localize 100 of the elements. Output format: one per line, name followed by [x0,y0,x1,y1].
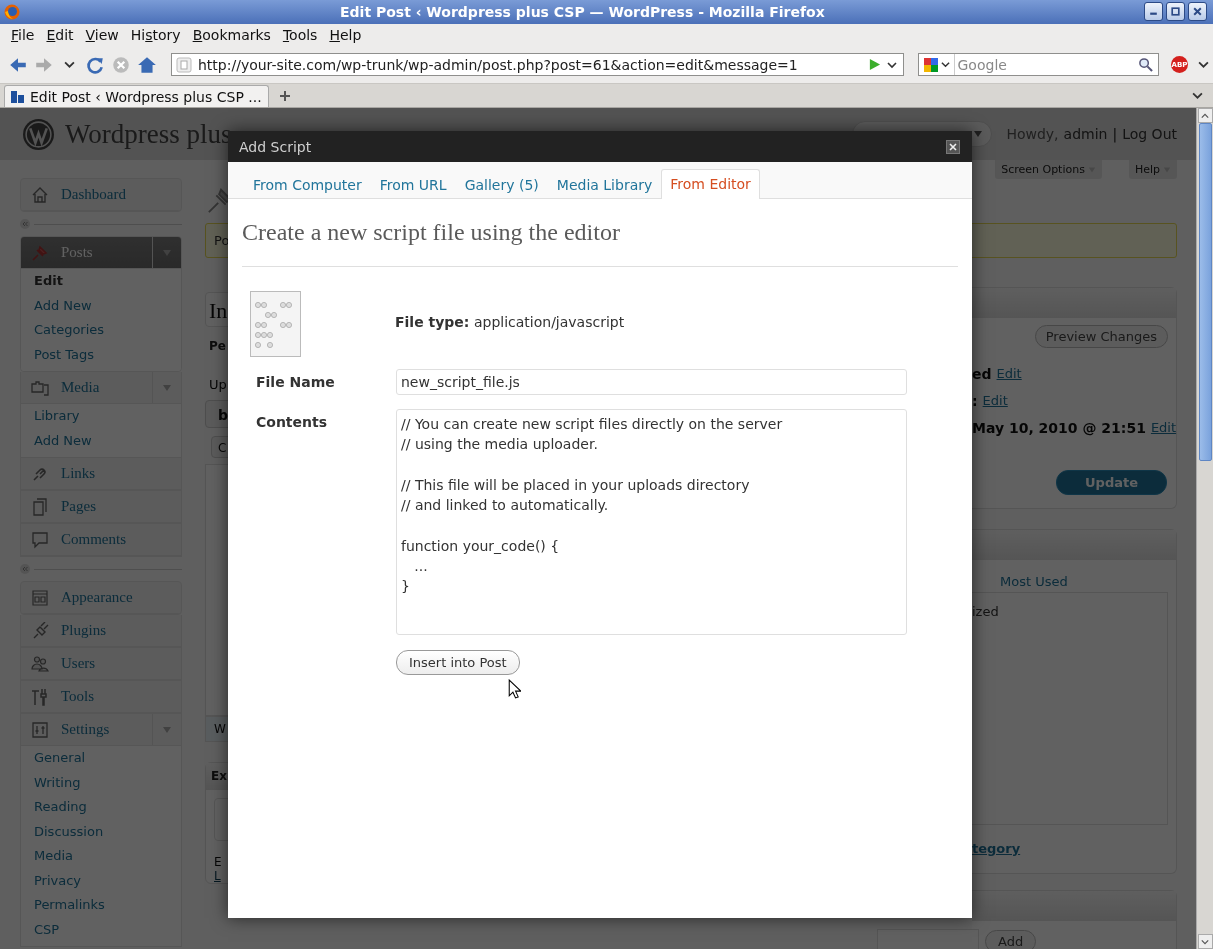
dialog-tab[interactable]: From URL [370,170,456,199]
field-label: File Name [255,373,336,390]
edit-link[interactable]: Edit [1150,420,1177,435]
file-name-field[interactable]: new_script_file.js [396,369,907,395]
status-label: May 10, 2010 @ 21:51 [972,419,1146,436]
dialog-tab[interactable]: From Computer [244,170,371,199]
tools-icon [31,687,49,706]
address-field[interactable]: http://your-site.com/wp-trunk/wp-admin/post.php?post=61&action=edit&message=1 [171,53,904,77]
menu-item[interactable]: History [124,27,187,44]
caret-down-icon [162,382,172,393]
menu-header[interactable]: Dashboard [21,179,181,211]
submenu-item[interactable]: Add New [21,293,181,318]
submenu-item[interactable]: Permalinks [21,893,181,918]
menu-item[interactable]: View [79,27,125,44]
close-button[interactable] [1188,2,1207,22]
update-button[interactable]: Update [1056,470,1167,495]
chevron-down-icon [940,60,950,70]
site-favicon-icon [11,89,25,104]
chevron-down-icon[interactable] [1198,59,1209,71]
submenu-item[interactable]: Library [21,404,181,429]
menu-item[interactable]: Help [323,27,368,44]
menu-header[interactable]: Links [21,458,181,490]
search-icon[interactable] [1138,57,1154,73]
submenu-item[interactable]: Privacy [21,868,181,893]
status-text: W [214,722,226,736]
file-type-text: File type: application/javascript [395,314,625,330]
sliders-icon [31,720,49,739]
excerpt-text: E [214,855,223,869]
edit-link[interactable]: Edit [996,366,1022,381]
dropdown-icon[interactable] [886,59,897,70]
browser-tab[interactable]: Edit Post ‹ Wordpress plus CSP ... [4,85,269,107]
submenu-item[interactable]: Add New [21,428,181,453]
contents-field[interactable]: // You can create new script files directly on the server // using the media uploader. // This file will be placed in your uploads directory // and linked to automatically. function your_code() { ... } [396,409,907,635]
add-button[interactable]: Add [985,929,1037,949]
user-link[interactable]: admin [1063,126,1108,142]
menu-item[interactable]: Bookmarks [186,27,277,44]
close-icon [1192,6,1203,18]
submenu-item[interactable]: Reading [21,795,181,820]
scroll-up-button[interactable] [1197,108,1213,123]
go-icon[interactable] [867,58,881,72]
insert-into-post-button[interactable]: Insert into Post [396,650,520,675]
caret-down-icon [162,724,172,735]
caret-down-icon [973,129,984,139]
submenu-item[interactable]: Media [21,844,181,869]
scroll-down-button[interactable] [1197,934,1213,949]
submenu-item[interactable]: General [21,746,181,771]
new-tab-icon[interactable] [278,90,291,102]
dialog-tab[interactable]: Media Library [547,170,662,199]
submenu-item[interactable]: CSP [21,917,181,942]
submenu-item[interactable]: Edit [21,269,181,294]
pushpin-icon [31,243,49,262]
submenu-item[interactable]: Discussion [21,819,181,844]
maximize-icon [1170,6,1181,18]
house-icon [31,185,49,204]
submenu-item[interactable]: Writing [21,770,181,795]
logo-icon [22,117,55,151]
screen-meta-tab[interactable]: Help [1128,160,1177,179]
history-dropdown-icon[interactable] [64,59,75,71]
dialog-tab[interactable]: Gallery (5) [455,170,548,199]
menu-header[interactable]: Appearance [21,582,181,614]
chevron-up-icon [1201,111,1209,120]
chevron-down-icon [1201,937,1209,946]
users-icon [31,654,49,673]
submenu-item[interactable]: Categories [21,318,181,343]
menu-item[interactable]: Edit [40,27,80,44]
logout-link[interactable]: Log Out [1122,126,1177,142]
menu-item[interactable]: Tools [276,27,324,44]
menu-header[interactable]: Users [21,648,181,680]
tab-list-icon[interactable] [1192,90,1203,101]
minimize-button[interactable] [1144,2,1163,22]
status-label: : [972,392,978,409]
colored-squares-icon [922,56,939,73]
field-label: Contents [255,413,329,430]
category-tab[interactable]: Most Used [988,571,1080,592]
scroll-thumb[interactable] [1198,123,1212,461]
scrollbar[interactable] [1196,108,1213,949]
screen-meta-tab[interactable]: Screen Options [995,160,1102,179]
window-title: Edit Post ‹ Wordpress plus CSP — WordPress - Mozilla Firefox [340,3,825,20]
preview-changes-button[interactable]: Preview Changes [1034,325,1168,348]
box-heading: Ex [211,769,227,784]
menu-item[interactable]: File [5,27,41,44]
menu-header[interactable]: Pages [21,491,181,523]
menu-header[interactable]: Plugins [21,615,181,647]
close-icon[interactable] [946,139,960,154]
page-icon [176,56,192,73]
browser-logo-icon [4,3,20,20]
dialog-tab[interactable]: From Editor [661,169,760,199]
dialog-title: Add Script [239,138,312,155]
separator-text: | [1112,126,1118,142]
pages-icon [31,497,49,516]
permalink-label: Pe [209,339,226,353]
maximize-button[interactable] [1166,2,1185,22]
add-category-link[interactable]: tegory [972,841,1021,856]
plug-icon [31,621,49,640]
submenu-item[interactable]: Post Tags [21,342,181,367]
edit-link[interactable]: Edit [982,393,1008,408]
menu-header[interactable]: Tools [21,681,181,713]
camera-icon [31,378,49,397]
menu-header[interactable]: Comments [21,524,181,556]
search-field[interactable]: Google [917,53,1160,77]
